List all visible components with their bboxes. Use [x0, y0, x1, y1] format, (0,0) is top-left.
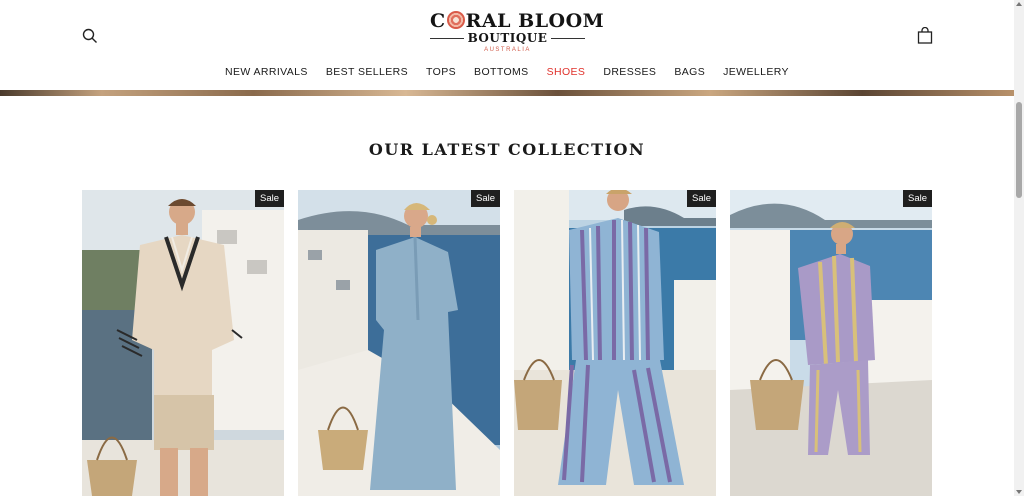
nav-item-new-arrivals[interactable]: NEW ARRIVALS — [225, 66, 308, 78]
product-image — [298, 190, 500, 496]
product-image — [514, 190, 716, 496]
brand-logo[interactable]: C RAL BLOOM BOUTIQUE AUSTRALIA — [430, 10, 605, 60]
scroll-down-icon[interactable] — [1016, 490, 1022, 494]
brand-subtitle: BOUTIQUE — [467, 31, 548, 45]
shopping-bag-icon[interactable] — [917, 26, 933, 44]
sale-badge: Sale — [686, 190, 716, 207]
main-navigation: NEW ARRIVALS BEST SELLERS TOPS BOTTOMS S… — [0, 66, 1014, 78]
sale-badge: Sale — [902, 190, 932, 207]
scrollbar-thumb[interactable] — [1016, 102, 1022, 198]
product-card[interactable]: Sale — [514, 190, 716, 496]
product-card[interactable]: Sale — [82, 190, 284, 496]
hero-banner-edge — [0, 90, 1014, 96]
sale-badge: Sale — [254, 190, 284, 207]
nav-item-jewellery[interactable]: JEWELLERY — [723, 66, 789, 78]
nav-item-dresses[interactable]: DRESSES — [603, 66, 656, 78]
product-card[interactable]: Sale — [298, 190, 500, 496]
nav-item-best-sellers[interactable]: BEST SELLERS — [326, 66, 408, 78]
page-scrollbar[interactable] — [1014, 0, 1024, 496]
nav-item-bottoms[interactable]: BOTTOMS — [474, 66, 529, 78]
brand-country: AUSTRALIA — [484, 47, 531, 53]
product-card[interactable]: Sale — [730, 190, 932, 496]
product-image — [82, 190, 284, 496]
section-title: OUR LATEST COLLECTION — [368, 140, 646, 159]
site-header: C RAL BLOOM BOUTIQUE AUSTRALIA NEW ARRIVA… — [0, 0, 1014, 90]
search-icon[interactable] — [82, 28, 98, 44]
sale-badge: Sale — [470, 190, 500, 207]
brand-name: C RAL BLOOM — [430, 10, 605, 32]
scroll-up-icon[interactable] — [1016, 2, 1022, 6]
nav-item-bags[interactable]: BAGS — [674, 66, 705, 78]
nav-item-tops[interactable]: TOPS — [426, 66, 456, 78]
product-image — [730, 190, 932, 496]
nav-item-shoes[interactable]: SHOES — [547, 66, 586, 78]
flower-icon — [446, 11, 465, 29]
